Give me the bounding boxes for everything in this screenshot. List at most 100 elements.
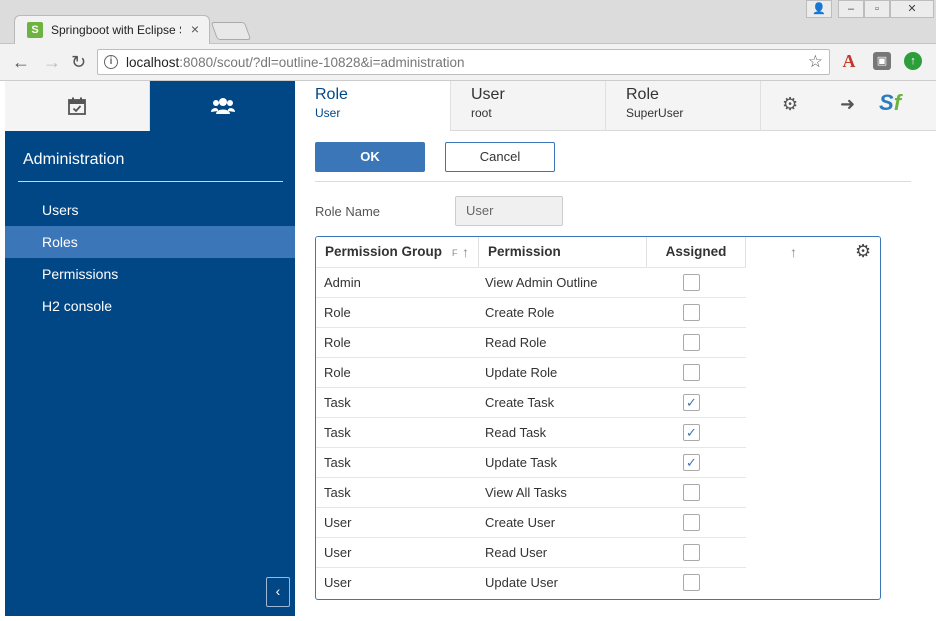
users-icon <box>211 98 235 114</box>
scout-logo-icon: Sf <box>879 90 902 115</box>
cell-permission: Create User <box>485 515 556 530</box>
view-tab-title: Role <box>626 86 659 103</box>
form-divider <box>315 181 911 182</box>
view-tab-role-superuser[interactable]: Role SuperUser <box>605 81 760 131</box>
view-tabs: Role User User root Role SuperUser ⚙ ➜ S… <box>295 81 936 131</box>
view-tab-subtitle: root <box>471 106 492 120</box>
view-tab-title: Role <box>315 86 348 103</box>
sort-ascending-icon: ↑ <box>462 244 469 260</box>
column-header-permission-group[interactable]: Permission Group F ↑ <box>316 237 478 267</box>
view-tab-user-root[interactable]: User root <box>450 81 605 131</box>
header-tools: ⚙ ➜ Sf <box>760 81 936 131</box>
logout-icon[interactable]: ➜ <box>840 94 855 115</box>
sort-marker: F <box>452 248 458 258</box>
cell-permission: Update Task <box>485 455 558 470</box>
new-tab-icon[interactable] <box>210 22 252 40</box>
assigned-checkbox[interactable]: ✓ <box>683 424 700 441</box>
table-row[interactable]: User Update User <box>316 567 746 597</box>
cell-permission-group: Admin <box>324 275 361 290</box>
outline-title: Administration <box>23 151 125 168</box>
cell-permission-group: Role <box>324 305 351 320</box>
tab-administration[interactable] <box>150 81 295 131</box>
address-bar: ← → ↻ i localhost:8080/scout/?dl=outline… <box>0 44 936 81</box>
sidebar: Administration Users Roles Permissions H… <box>5 81 295 616</box>
assigned-checkbox[interactable] <box>683 304 700 321</box>
assigned-checkbox[interactable] <box>683 514 700 531</box>
assigned-checkbox[interactable] <box>683 334 700 351</box>
cell-permission-group: User <box>324 515 352 530</box>
cell-permission-group: Task <box>324 425 351 440</box>
table-row[interactable]: Role Create Role <box>316 297 746 327</box>
cell-permission: Create Task <box>485 395 555 410</box>
assigned-checkbox[interactable] <box>683 484 700 501</box>
tab-title: Springboot with Eclipse Scout <box>51 23 181 37</box>
sidebar-tabs <box>5 81 295 131</box>
gray-extension-icon[interactable]: ▣ <box>873 52 891 70</box>
table-row[interactable]: Task Update Task ✓ <box>316 447 746 477</box>
assigned-checkbox[interactable] <box>683 574 700 591</box>
back-arrow-icon[interactable]: ← <box>12 52 30 73</box>
browser-tab[interactable]: S Springboot with Eclipse Scout × <box>14 15 210 45</box>
window-close-icon[interactable]: ✕ <box>890 0 934 18</box>
role-name-label: Role Name <box>315 204 381 219</box>
view-tab-role-user[interactable]: Role User <box>295 81 450 131</box>
cell-permission: Read User <box>485 545 548 560</box>
table-row[interactable]: User Create User <box>316 507 746 537</box>
info-icon[interactable]: i <box>104 55 118 69</box>
browser-titlebar: S Springboot with Eclipse Scout × 👤 – ▫ … <box>0 0 936 45</box>
sidebar-item-permissions[interactable]: Permissions <box>5 258 295 290</box>
assigned-checkbox[interactable] <box>683 544 700 561</box>
column-header-label: Permission Group <box>325 244 443 259</box>
cell-permission-group: Role <box>324 365 351 380</box>
view-tab-title: User <box>471 86 505 103</box>
sidebar-item-roles[interactable]: Roles <box>5 226 295 258</box>
green-extension-icon[interactable]: ↑ <box>904 52 922 70</box>
table-row[interactable]: Role Update Role <box>316 357 746 387</box>
role-name-field[interactable]: User <box>455 196 563 226</box>
cell-permission: View All Tasks <box>485 485 567 500</box>
star-icon[interactable]: ☆ <box>808 52 823 72</box>
sidebar-item-h2-console[interactable]: H2 console <box>5 290 295 322</box>
cell-permission-group: Role <box>324 335 351 350</box>
column-header-assigned[interactable]: Assigned <box>646 237 746 267</box>
table-row[interactable]: User Read User <box>316 537 746 567</box>
pdf-extension-icon[interactable]: A <box>840 52 858 70</box>
view-tab-subtitle: User <box>315 106 341 120</box>
minimize-icon[interactable]: – <box>838 0 864 18</box>
table-settings-gear-icon[interactable]: ⚙ <box>855 241 871 262</box>
cell-permission: View Admin Outline <box>485 275 598 290</box>
column-header-permission[interactable]: Permission ↑ <box>478 237 797 267</box>
cell-permission: Update Role <box>485 365 558 380</box>
view-tab-subtitle: SuperUser <box>626 106 684 120</box>
table-row[interactable]: Task Read Task ✓ <box>316 417 746 447</box>
tab-calendar[interactable] <box>5 81 150 131</box>
cell-permission-group: Task <box>324 395 351 410</box>
reload-icon[interactable]: ↻ <box>71 52 86 73</box>
spring-favicon-icon: S <box>27 22 43 38</box>
assigned-checkbox[interactable] <box>683 364 700 381</box>
assigned-checkbox[interactable]: ✓ <box>683 454 700 471</box>
cell-permission-group: User <box>324 545 352 560</box>
cell-permission: Read Task <box>485 425 547 440</box>
ok-button[interactable]: OK <box>315 142 425 172</box>
assigned-checkbox[interactable]: ✓ <box>683 394 700 411</box>
table-row[interactable]: Task View All Tasks <box>316 477 746 507</box>
sidebar-item-users[interactable]: Users <box>5 194 295 226</box>
table-row[interactable]: Role Read Role <box>316 327 746 357</box>
forward-arrow-icon[interactable]: → <box>43 52 61 73</box>
table-row[interactable]: Admin View Admin Outline <box>316 267 746 297</box>
maximize-icon[interactable]: ▫ <box>864 0 890 18</box>
column-header-label: Permission <box>488 244 561 259</box>
gear-icon[interactable]: ⚙ <box>782 94 798 115</box>
cancel-button[interactable]: Cancel <box>445 142 555 172</box>
collapse-sidebar-button[interactable]: ‹ <box>266 577 290 607</box>
user-icon[interactable]: 👤 <box>806 0 832 18</box>
table-header: Permission Group F ↑ Permission ↑ Assign… <box>316 237 880 267</box>
table-row[interactable]: Task Create Task ✓ <box>316 387 746 417</box>
url-input[interactable]: i localhost:8080/scout/?dl=outline-10828… <box>97 49 830 75</box>
close-icon[interactable]: × <box>191 21 199 37</box>
sort-ascending-icon: ↑ <box>790 244 797 260</box>
assigned-checkbox[interactable] <box>683 274 700 291</box>
cell-permission: Read Role <box>485 335 547 350</box>
permissions-table: Permission Group F ↑ Permission ↑ Assign… <box>315 236 881 600</box>
